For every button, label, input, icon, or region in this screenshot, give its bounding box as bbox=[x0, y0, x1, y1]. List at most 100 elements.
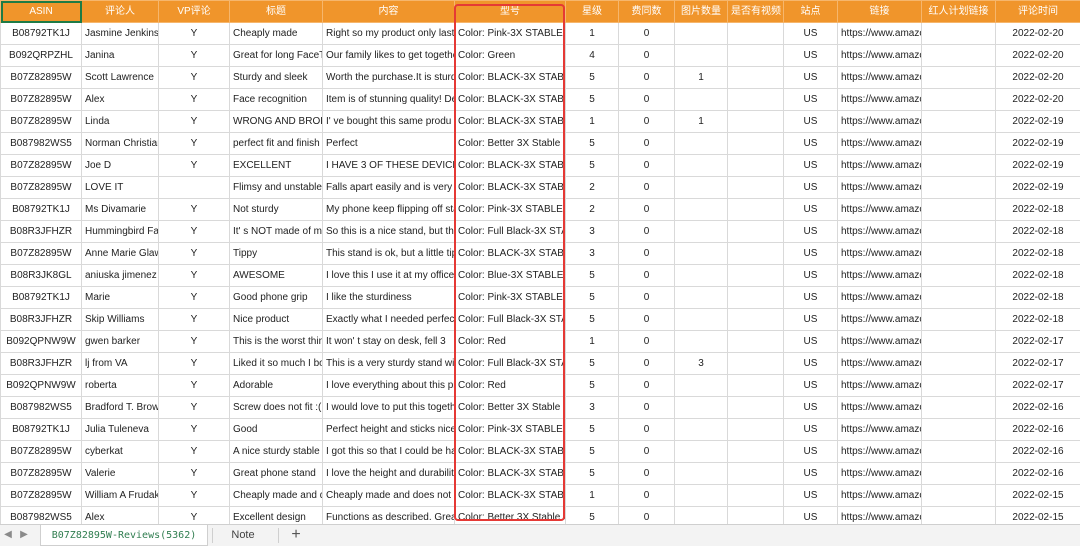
table-cell[interactable]: B092QPNW9W bbox=[0, 330, 82, 353]
table-cell[interactable]: https://www.amazo bbox=[837, 242, 922, 265]
table-cell[interactable]: LOVE IT bbox=[81, 176, 159, 199]
table-cell[interactable]: I got this so that I could be han bbox=[322, 440, 455, 463]
table-cell[interactable]: 2022-02-15 bbox=[995, 484, 1080, 507]
table-cell[interactable]: US bbox=[783, 374, 838, 397]
table-cell[interactable] bbox=[674, 22, 728, 45]
table-cell[interactable]: 0 bbox=[618, 242, 675, 265]
table-cell[interactable]: US bbox=[783, 418, 838, 441]
table-cell[interactable]: https://www.amazo bbox=[837, 440, 922, 463]
table-cell[interactable]: 1 bbox=[674, 66, 728, 89]
table-cell[interactable] bbox=[727, 44, 784, 67]
table-cell[interactable]: Y bbox=[158, 374, 230, 397]
table-cell[interactable]: Skip Williams bbox=[81, 308, 159, 331]
table-cell[interactable]: B087982WS5 bbox=[0, 396, 82, 419]
table-cell[interactable]: https://www.amazo bbox=[837, 396, 922, 419]
table-cell[interactable]: Bradford T. Brow bbox=[81, 396, 159, 419]
table-cell[interactable]: https://www.amazo bbox=[837, 418, 922, 441]
table-cell[interactable]: Color: BLACK-3X STABLE bbox=[454, 242, 566, 265]
table-cell[interactable]: 0 bbox=[618, 352, 675, 375]
table-cell[interactable]: Joe D bbox=[81, 154, 159, 177]
table-cell[interactable]: Julia Tuleneva bbox=[81, 418, 159, 441]
table-cell[interactable]: Screw does not fit :( bbox=[229, 396, 323, 419]
column-header[interactable]: 型号 bbox=[454, 0, 566, 23]
table-cell[interactable] bbox=[727, 396, 784, 419]
table-cell[interactable]: 0 bbox=[618, 374, 675, 397]
table-cell[interactable]: 2022-02-17 bbox=[995, 352, 1080, 375]
table-cell[interactable]: 5 bbox=[565, 264, 619, 287]
table-cell[interactable]: Janina bbox=[81, 44, 159, 67]
table-cell[interactable]: Color: BLACK-3X STABLE bbox=[454, 176, 566, 199]
column-header[interactable]: 费同数 bbox=[618, 0, 675, 23]
table-cell[interactable]: https://www.amazo bbox=[837, 132, 922, 155]
table-cell[interactable]: US bbox=[783, 264, 838, 287]
table-cell[interactable]: Color: Pink-3X STABLE W bbox=[454, 418, 566, 441]
table-cell[interactable]: US bbox=[783, 242, 838, 265]
table-cell[interactable]: https://www.amazo bbox=[837, 220, 922, 243]
table-cell[interactable]: Face recognition bbox=[229, 88, 323, 111]
table-cell[interactable]: https://www.amazo bbox=[837, 374, 922, 397]
table-cell[interactable] bbox=[674, 396, 728, 419]
table-cell[interactable]: 2022-02-20 bbox=[995, 66, 1080, 89]
table-cell[interactable]: Y bbox=[158, 242, 230, 265]
table-cell[interactable]: 3 bbox=[565, 220, 619, 243]
table-cell[interactable]: B07Z82895W bbox=[0, 242, 82, 265]
table-cell[interactable]: B08792TK1J bbox=[0, 198, 82, 221]
table-cell[interactable] bbox=[727, 308, 784, 331]
table-cell[interactable] bbox=[921, 484, 996, 507]
table-cell[interactable] bbox=[674, 242, 728, 265]
column-header[interactable]: 链接 bbox=[837, 0, 922, 23]
table-cell[interactable]: Ms Divamarie bbox=[81, 198, 159, 221]
table-cell[interactable]: US bbox=[783, 198, 838, 221]
table-cell[interactable]: Hummingbird Far bbox=[81, 220, 159, 243]
table-cell[interactable]: 2022-02-17 bbox=[995, 374, 1080, 397]
column-header[interactable]: 星级 bbox=[565, 0, 619, 23]
table-cell[interactable]: 0 bbox=[618, 132, 675, 155]
table-cell[interactable]: Color: Green bbox=[454, 44, 566, 67]
table-cell[interactable] bbox=[674, 374, 728, 397]
table-cell[interactable]: 5 bbox=[565, 132, 619, 155]
table-cell[interactable]: Right so my product only lasted bbox=[322, 22, 455, 45]
table-cell[interactable]: https://www.amazo bbox=[837, 88, 922, 111]
table-cell[interactable]: Marie bbox=[81, 286, 159, 309]
table-cell[interactable]: Perfect bbox=[322, 132, 455, 155]
table-cell[interactable] bbox=[727, 110, 784, 133]
table-cell[interactable]: 0 bbox=[618, 110, 675, 133]
table-cell[interactable]: 5 bbox=[565, 154, 619, 177]
table-cell[interactable]: 1 bbox=[565, 484, 619, 507]
table-cell[interactable]: 0 bbox=[618, 66, 675, 89]
table-cell[interactable]: Our family likes to get together bbox=[322, 44, 455, 67]
table-cell[interactable]: US bbox=[783, 440, 838, 463]
table-cell[interactable] bbox=[921, 396, 996, 419]
table-cell[interactable] bbox=[921, 330, 996, 353]
table-cell[interactable]: Color: BLACK-3X STABLE bbox=[454, 154, 566, 177]
table-cell[interactable] bbox=[727, 154, 784, 177]
table-cell[interactable]: US bbox=[783, 154, 838, 177]
table-cell[interactable]: 2022-02-16 bbox=[995, 396, 1080, 419]
table-cell[interactable]: EXCELLENT bbox=[229, 154, 323, 177]
table-cell[interactable] bbox=[674, 220, 728, 243]
table-cell[interactable]: https://www.amazo bbox=[837, 198, 922, 221]
table-cell[interactable]: Great phone stand bbox=[229, 462, 323, 485]
table-cell[interactable]: 2 bbox=[565, 176, 619, 199]
table-cell[interactable]: 1 bbox=[674, 110, 728, 133]
table-cell[interactable] bbox=[674, 484, 728, 507]
table-cell[interactable]: Y bbox=[158, 88, 230, 111]
table-cell[interactable]: 5 bbox=[565, 506, 619, 524]
spreadsheet-grid[interactable]: ASIN 评论人 VP评论 标题 内容 型号 星级 费同数 图片数量 是否有视频 站点 链接 红人计划链… bbox=[0, 0, 1080, 524]
table-cell[interactable]: 0 bbox=[618, 462, 675, 485]
table-cell[interactable]: 3 bbox=[674, 352, 728, 375]
table-cell[interactable]: B08R3JFHZR bbox=[0, 308, 82, 331]
table-cell[interactable]: 0 bbox=[618, 220, 675, 243]
prev-sheet-icon[interactable]: ◀ bbox=[2, 529, 14, 541]
table-cell[interactable]: 5 bbox=[565, 308, 619, 331]
table-cell[interactable] bbox=[921, 308, 996, 331]
table-cell[interactable] bbox=[674, 154, 728, 177]
table-cell[interactable]: Color: BLACK-3X STABLE bbox=[454, 88, 566, 111]
table-cell[interactable]: Y bbox=[158, 66, 230, 89]
table-cell[interactable]: 2022-02-18 bbox=[995, 264, 1080, 287]
table-cell[interactable]: I love everything about this pro bbox=[322, 374, 455, 397]
table-cell[interactable]: US bbox=[783, 110, 838, 133]
table-cell[interactable] bbox=[674, 198, 728, 221]
table-cell[interactable]: Color: BLACK-3X STABLE bbox=[454, 462, 566, 485]
table-cell[interactable]: Perfect height and sticks nice bbox=[322, 418, 455, 441]
